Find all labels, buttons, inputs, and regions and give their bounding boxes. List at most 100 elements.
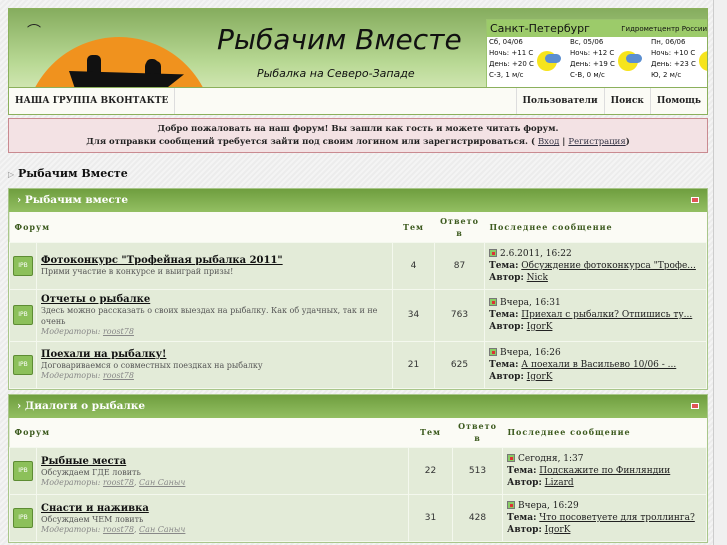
mods-label: Модераторы: <box>41 327 101 336</box>
forum-name-link[interactable]: Поехали на рыбалку! <box>41 349 166 360</box>
last-topic-link[interactable]: Подскажите по Финляндии <box>539 466 670 476</box>
moderator-link[interactable]: roost78 <box>103 478 134 487</box>
last-author-link[interactable]: IgorK <box>527 372 553 382</box>
category-title[interactable]: Диалоги о рыбалке <box>25 400 145 412</box>
register-link[interactable]: Регистрация <box>568 137 625 147</box>
reply-count: 428 <box>452 494 503 542</box>
last-post-icon[interactable] <box>507 501 515 509</box>
moderator-link[interactable]: roost78 <box>103 525 134 534</box>
forum-name-link[interactable]: Снасти и наживка <box>41 503 149 514</box>
forum-status-icon: IPB <box>13 255 33 276</box>
last-author-link[interactable]: Lizard <box>545 478 574 488</box>
cloud-icon <box>707 54 708 63</box>
mods-label: Модераторы: <box>41 524 101 534</box>
forum-status-icon: IPB <box>13 508 33 528</box>
last-post: 2.6.2011, 16:22 Тема: Обсуждение фотокон… <box>484 241 707 290</box>
forum-row: IPB Снасти и наживка Обсуждаем ЧЕМ ловить… <box>9 494 707 542</box>
nav-bar: НАША ГРУППА ВКОНТАКТЕ Пользователи Поиск… <box>8 88 708 115</box>
author-label: Автор: <box>489 272 524 283</box>
topic-label: Тема: <box>507 513 537 523</box>
collapse-icon[interactable] <box>691 197 699 203</box>
breadcrumb-arrow-icon: ▷ <box>8 170 15 179</box>
login-link[interactable]: Вход <box>538 137 559 147</box>
forum-description: Обсуждаем ЧЕМ ловить <box>41 514 144 524</box>
weather-date: Сб, 04/06 <box>489 38 523 46</box>
forum-status-icon: IPB <box>13 305 33 325</box>
nav-search[interactable]: Поиск <box>603 88 650 114</box>
topic-label: Тема: <box>489 359 519 370</box>
last-post-icon[interactable] <box>489 347 497 356</box>
last-post-icon[interactable] <box>489 248 497 257</box>
welcome-message: Добро пожаловать на наш форум! Вы зашли … <box>8 118 708 153</box>
nav-help[interactable]: Помощь <box>649 88 707 114</box>
page: ⌒ Рыбачим Вместе Рыбалка на Северо-Запад… <box>8 8 708 543</box>
forum-description: Здесь можно рассказать о своих выездах н… <box>41 306 378 326</box>
forum-status-icon: IPB <box>13 354 33 375</box>
forum-description: Договариваемся о совместных поездках на … <box>41 361 263 370</box>
cloud-icon <box>626 54 642 63</box>
collapse-icon[interactable] <box>691 402 699 409</box>
mods-label: Модераторы: <box>41 477 101 487</box>
weather-day: Сб, 04/06 Ночь: +11 С День: +20 С С-З, 1 м/… <box>487 37 568 81</box>
weather-day: Пн, 06/06 Ночь: +10 С День: +23 С Ю, 2 м/с <box>649 37 708 81</box>
welcome-line1: Добро пожаловать на наш форум! Вы зашли … <box>157 124 559 134</box>
col-last: Последнее сообщение <box>502 417 707 448</box>
forum-name-link[interactable]: Фотоконкурс "Трофейная рыбалка 2011" <box>41 255 283 266</box>
moderator-link[interactable]: Сан Саныч <box>139 525 185 534</box>
last-post-icon[interactable] <box>507 454 515 462</box>
col-topics: Тем <box>408 417 453 448</box>
col-last: Последнее сообщение <box>484 212 707 242</box>
reply-count: 763 <box>434 288 485 342</box>
last-post: Сегодня, 1:37 Тема: Подскажите по Финлян… <box>502 447 707 495</box>
author-label: Автор: <box>489 322 524 332</box>
weather-date: Вс, 05/06 <box>570 38 604 46</box>
weather-city: Санкт-Петербург <box>490 22 590 35</box>
weather-widget[interactable]: Санкт-Петербург Гидрометцентр России Сб, … <box>486 19 708 87</box>
forum-row: IPB Поехали на рыбалку! Договариваемся о … <box>9 340 707 389</box>
category-header: › Диалоги о рыбалке <box>9 394 707 418</box>
forum-description: Обсуждаем ГДЕ ловить <box>41 467 141 477</box>
cloud-icon <box>545 54 561 63</box>
col-forum: Форум <box>9 212 393 242</box>
paren: ) <box>625 137 630 147</box>
last-author-link[interactable]: IgorK <box>527 322 553 332</box>
last-topic-link[interactable]: А поехали в Васильево 10/06 - ... <box>521 360 676 370</box>
forum-description: Прими участие в конкурсе и выиграй призы… <box>41 266 234 276</box>
moderator-link[interactable]: roost78 <box>103 371 134 380</box>
site-header: ⌒ Рыбачим Вместе Рыбалка на Северо-Запад… <box>8 8 708 88</box>
moderator-link[interactable]: Сан Саныч <box>139 478 185 487</box>
last-post-icon[interactable] <box>489 298 497 306</box>
forum-name-link[interactable]: Рыбные места <box>41 456 126 467</box>
moderators: Модераторы: roost78, Сан Саныч <box>41 524 186 534</box>
last-author-link[interactable]: Nick <box>527 273 548 283</box>
forum-category: › Рыбачим вместе Форум Тем Ответов Последне… <box>8 188 708 390</box>
last-author-link[interactable]: IgorK <box>545 525 571 535</box>
last-topic-link[interactable]: Обсуждение фотоконкурса "Трофе... <box>521 261 696 271</box>
last-post-date: Вчера, 16:29 <box>518 501 579 511</box>
breadcrumb-item[interactable]: Рыбачим Вместе <box>18 167 128 180</box>
forum-name-link[interactable]: Отчеты о рыбалке <box>41 294 150 305</box>
category-title[interactable]: Рыбачим вместе <box>25 194 128 206</box>
last-topic-link[interactable]: Приехал с рыбалки? Отпишись ту... <box>521 310 692 320</box>
last-post-date: Вчера, 16:31 <box>500 298 561 308</box>
scrollbar[interactable] <box>713 0 727 545</box>
author-label: Автор: <box>507 478 542 488</box>
forum-row: IPB Фотоконкурс "Трофейная рыбалка 2011"… <box>9 241 707 290</box>
last-topic-link[interactable]: Что посоветуете для троллинга? <box>539 513 695 523</box>
last-post-date: Сегодня, 1:37 <box>518 454 584 464</box>
logo-figure <box>145 61 161 75</box>
nav-users[interactable]: Пользователи <box>515 88 604 114</box>
moderator-link[interactable]: roost78 <box>103 327 134 336</box>
mods-label: Модераторы: <box>41 371 101 380</box>
last-post: Вчера, 16:31 Тема: Приехал с рыбалки? От… <box>484 288 707 342</box>
col-topics: Тем <box>392 212 435 242</box>
col-forum: Форум <box>9 417 409 448</box>
weather-wind: С-З, 1 м/с <box>489 71 524 79</box>
weather-day: Вс, 05/06 Ночь: +12 С День: +19 С С-В, 0 м/… <box>568 37 649 81</box>
col-replies: Ответов <box>434 212 485 242</box>
topic-count: 31 <box>408 494 453 542</box>
moderators: Модераторы: roost78 <box>41 327 388 336</box>
nav-vk-group[interactable]: НАША ГРУППА ВКОНТАКТЕ <box>9 88 176 114</box>
category-header: › Рыбачим вместе <box>9 189 707 212</box>
last-post: Вчера, 16:26 Тема: А поехали в Васильево… <box>484 340 707 389</box>
